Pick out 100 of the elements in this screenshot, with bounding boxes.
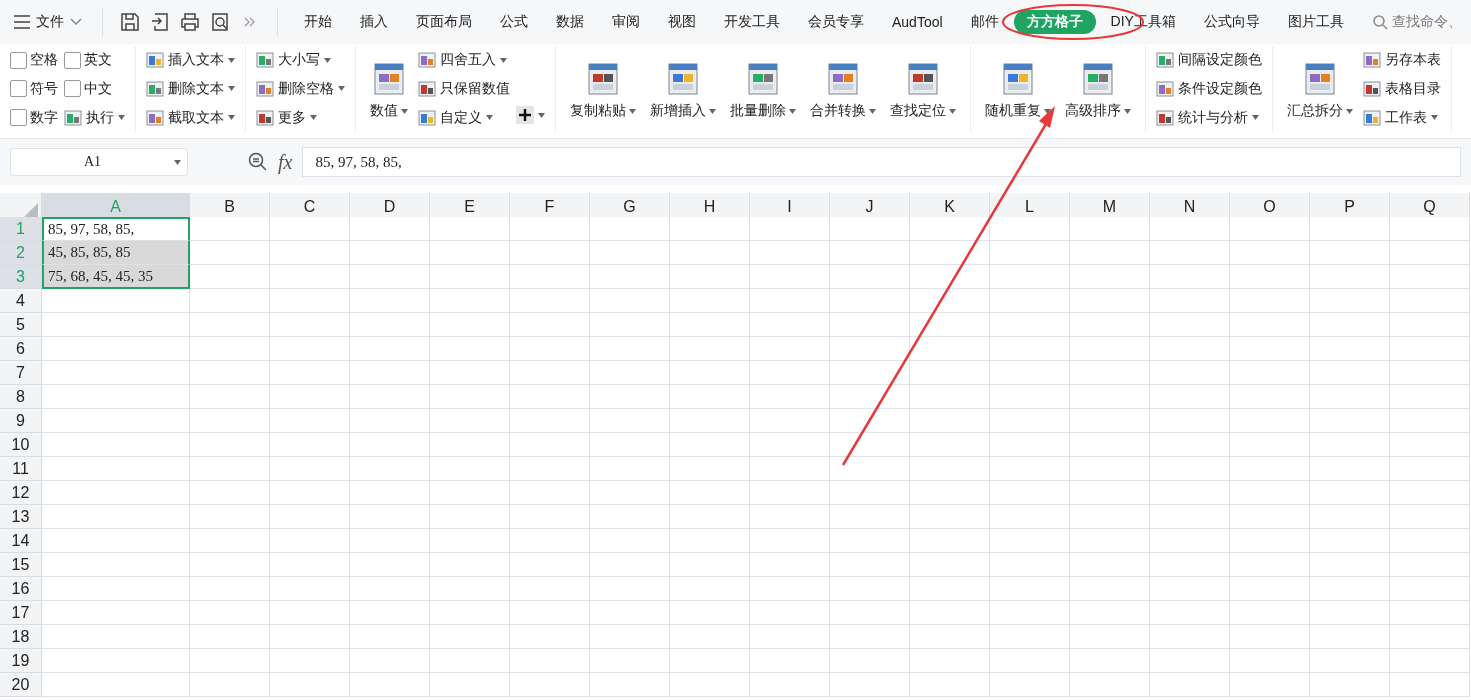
menu-tab[interactable]: 公式	[487, 10, 541, 34]
tool-icon	[666, 62, 700, 96]
row-header[interactable]: 11	[0, 457, 42, 481]
menu-tab[interactable]: 插入	[347, 10, 401, 34]
row-header[interactable]: 14	[0, 529, 42, 553]
row-header[interactable]: 16	[0, 577, 42, 601]
ribbon-button[interactable]: 表格目录	[1363, 76, 1441, 102]
caret-icon	[1044, 108, 1051, 114]
row-header[interactable]: 5	[0, 313, 42, 337]
menu-icon	[14, 15, 30, 29]
tool-icon	[256, 108, 274, 127]
row-header[interactable]: 10	[0, 433, 42, 457]
ribbon-button[interactable]: 截取文本	[146, 104, 235, 131]
menu-tab[interactable]: AudTool	[879, 11, 956, 33]
menu-tab[interactable]: 图片工具	[1274, 10, 1357, 34]
caret-icon	[869, 108, 876, 114]
ribbon-button[interactable]: 删除文本	[146, 76, 235, 102]
export-icon[interactable]	[149, 11, 171, 33]
ribbon-button[interactable]: 高级排序	[1061, 58, 1135, 120]
ribbon-button[interactable]: 条件设定颜色	[1156, 76, 1262, 102]
checkbox[interactable]: 空格	[10, 47, 58, 74]
caret-icon	[1252, 115, 1259, 121]
caret-icon	[401, 108, 408, 114]
row-header[interactable]: 4	[0, 289, 42, 313]
caret-icon	[324, 57, 331, 63]
ribbon-button[interactable]: 删除空格	[256, 76, 345, 102]
print-icon[interactable]	[179, 11, 201, 33]
tool-icon	[256, 51, 274, 70]
caret-icon	[538, 112, 545, 118]
preview-icon[interactable]	[209, 11, 231, 33]
row-header[interactable]: 12	[0, 481, 42, 505]
caret-icon	[338, 86, 345, 92]
caret-icon	[709, 108, 716, 114]
plus-icon	[516, 106, 534, 124]
tool-icon	[586, 62, 620, 96]
menu-tab[interactable]: 页面布局	[403, 10, 485, 34]
tool-icon	[1081, 62, 1115, 96]
table-cell: 85, 97, 58, 85,	[42, 217, 190, 241]
menu-tab[interactable]: 公式向导	[1190, 10, 1273, 34]
row-header[interactable]: 18	[0, 625, 42, 649]
row-header[interactable]: 6	[0, 337, 42, 361]
ribbon-button[interactable]: 数值	[366, 58, 412, 120]
caret-icon	[228, 86, 235, 92]
menu-tab[interactable]: 邮件	[957, 10, 1012, 34]
ribbon-button[interactable]: 更多	[256, 104, 345, 131]
tool-icon	[146, 51, 164, 70]
ribbon-button[interactable]: 另存本表	[1363, 47, 1441, 74]
ribbon-button[interactable]: 执行	[64, 104, 125, 131]
ribbon-button[interactable]: 复制粘贴	[566, 58, 640, 120]
name-box[interactable]: A1	[10, 148, 188, 176]
menu-tab[interactable]: 数据	[543, 10, 597, 34]
tool-icon	[1001, 62, 1035, 96]
ribbon-button[interactable]: 工作表	[1363, 104, 1441, 131]
menu-tab[interactable]: 开发工具	[711, 10, 793, 34]
ribbon-button[interactable]: 间隔设定颜色	[1156, 47, 1262, 74]
tool-icon	[906, 62, 940, 96]
function-label[interactable]: fx	[278, 150, 293, 174]
ribbon-button[interactable]: 汇总拆分	[1283, 58, 1357, 120]
ribbon-button[interactable]: 四舍五入	[418, 47, 510, 74]
formula-field[interactable]: 85, 97, 58, 85,	[302, 147, 1461, 177]
ribbon-button[interactable]: 统计与分析	[1156, 104, 1262, 131]
checkbox[interactable]: 数字	[10, 104, 58, 131]
ribbon-button[interactable]: 只保留数值	[418, 76, 510, 102]
ribbon-button[interactable]: 批量删除	[726, 58, 800, 120]
ribbon-button[interactable]: 合并转换	[806, 58, 880, 120]
tool-icon	[1156, 80, 1174, 98]
menu-tab[interactable]: 开始	[291, 10, 345, 34]
caret-icon	[228, 57, 235, 63]
checkbox[interactable]: 英文	[64, 47, 125, 74]
ribbon-button[interactable]: 随机重复	[981, 58, 1055, 120]
tool-icon	[64, 108, 82, 127]
row-header[interactable]: 20	[0, 673, 42, 697]
row-header[interactable]: 7	[0, 361, 42, 385]
menu-tab[interactable]: 视图	[655, 10, 709, 34]
caret-icon	[500, 57, 507, 63]
checkbox[interactable]: 符号	[10, 76, 58, 102]
checkbox[interactable]: 中文	[64, 76, 125, 102]
row-header[interactable]: 8	[0, 385, 42, 409]
zoom-icon[interactable]	[248, 152, 268, 172]
search-field[interactable]: 查找命令、	[1371, 13, 1462, 31]
save-icon[interactable]	[119, 11, 141, 33]
menu-tab[interactable]: 审阅	[599, 10, 653, 34]
caret-icon	[789, 108, 796, 114]
table-cell: 45, 85, 85, 85	[42, 241, 190, 265]
ribbon-button[interactable]: 自定义	[418, 104, 510, 131]
file-menu[interactable]: 文件	[10, 6, 90, 38]
tool-icon	[372, 62, 406, 96]
ribbon-button[interactable]: 大小写	[256, 47, 345, 74]
menu-tab[interactable]: 会员专享	[795, 10, 877, 34]
tool-icon	[1363, 108, 1381, 127]
row-header[interactable]: 17	[0, 601, 42, 625]
ribbon-button[interactable]: 插入文本	[146, 47, 235, 74]
ribbon-button[interactable]: 新增插入	[646, 58, 720, 120]
ribbon-button[interactable]: 查找定位	[886, 58, 960, 120]
row-header[interactable]: 9	[0, 409, 42, 433]
row-header[interactable]: 13	[0, 505, 42, 529]
tool-icon	[418, 108, 436, 127]
row-header[interactable]: 15	[0, 553, 42, 577]
row-header[interactable]: 19	[0, 649, 42, 673]
caret-icon	[310, 115, 317, 121]
